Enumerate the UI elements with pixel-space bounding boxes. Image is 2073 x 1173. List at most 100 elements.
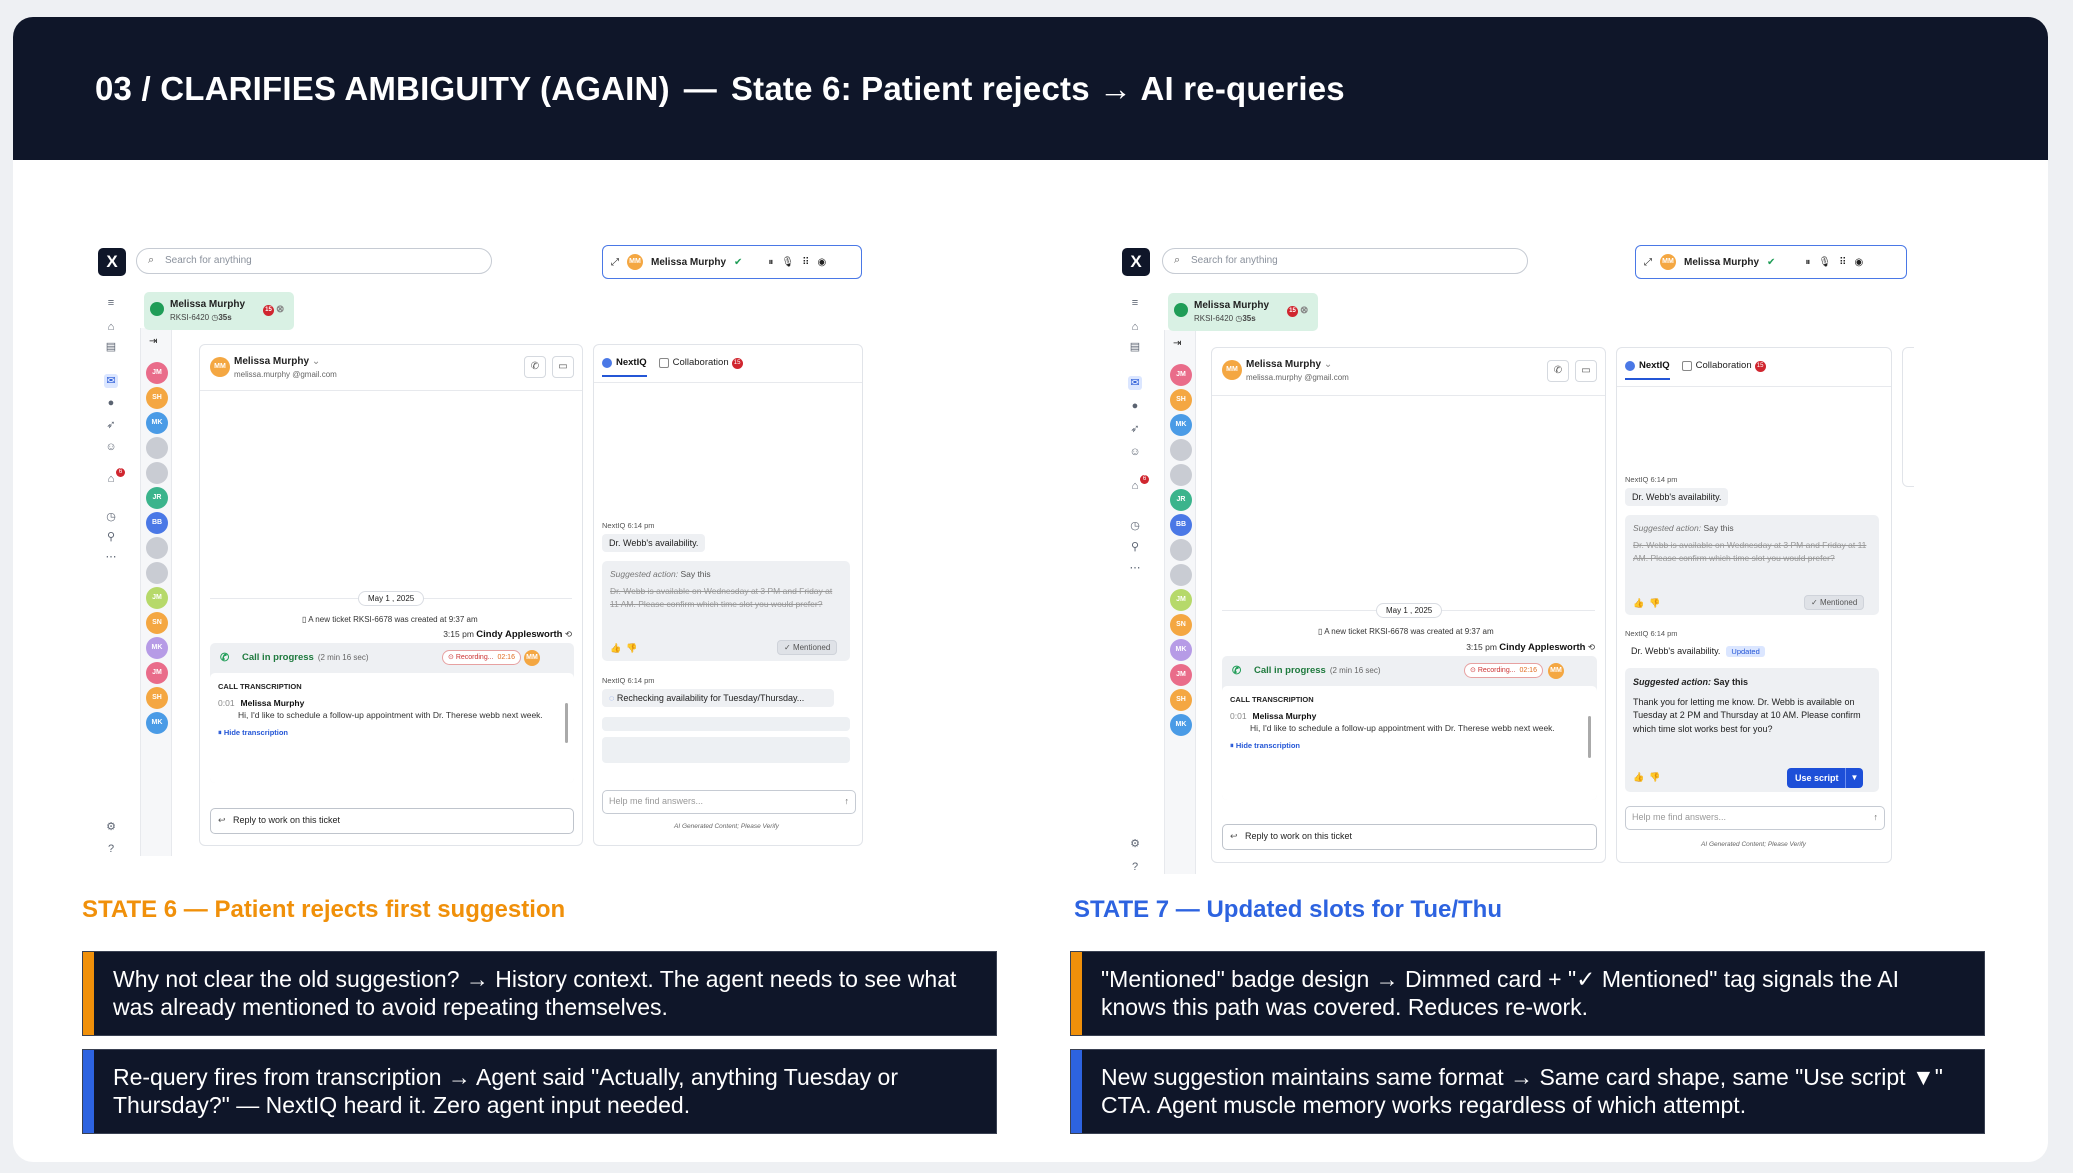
notifications-icon[interactable]: ⌂ 6 bbox=[1128, 475, 1149, 493]
settings-icon[interactable]: ⚙ bbox=[104, 820, 118, 834]
phone-button[interactable]: ✆ bbox=[1547, 360, 1569, 382]
globe-icon[interactable]: ● bbox=[1128, 399, 1142, 413]
emoji-icon[interactable]: ☺ bbox=[104, 440, 118, 454]
rail-avatar[interactable]: MK bbox=[1170, 414, 1192, 436]
keypad-icon[interactable]: ⠿ bbox=[802, 257, 809, 268]
rail-avatar[interactable]: MK bbox=[146, 637, 168, 659]
close-tab-icon[interactable]: ⊗ bbox=[1300, 304, 1308, 317]
help-icon[interactable]: ? bbox=[104, 842, 118, 856]
search-input[interactable]: ⌕ Search for anything bbox=[1162, 248, 1528, 274]
emoji-icon[interactable]: ☺ bbox=[1128, 445, 1142, 459]
rail-avatar[interactable]: JM bbox=[146, 662, 168, 684]
rail-avatar[interactable]: SH bbox=[1170, 389, 1192, 411]
active-call-bar[interactable]: ⤢ MM Melissa Murphy ✔ ⏸ 🎙 ⠿ ◉ bbox=[1635, 245, 1907, 279]
active-call-bar[interactable]: ⤢ MM Melissa Murphy ✔ ⏸ 🎙 ⠿ ◉ bbox=[602, 245, 862, 279]
video-button[interactable]: ▭ bbox=[1575, 360, 1597, 382]
send-icon[interactable]: ↑ bbox=[1874, 807, 1879, 828]
home-icon[interactable]: ⌂ bbox=[104, 320, 118, 334]
tickets-icon[interactable]: ✉ bbox=[1128, 376, 1142, 390]
rail-avatar[interactable] bbox=[146, 462, 168, 484]
rail-avatar[interactable]: JM bbox=[1170, 364, 1192, 386]
pause-icon[interactable]: ⏸ bbox=[768, 257, 773, 268]
expand-icon[interactable]: ⤢ bbox=[611, 257, 619, 268]
close-tab-icon[interactable]: ⊗ bbox=[276, 303, 284, 316]
rail-avatar[interactable]: JM bbox=[146, 362, 168, 384]
reply-input[interactable]: ↩ Reply to work on this ticket bbox=[210, 808, 574, 834]
rail-avatar[interactable] bbox=[1170, 564, 1192, 586]
rail-avatar[interactable] bbox=[146, 562, 168, 584]
menu-icon[interactable]: ≡ bbox=[1128, 296, 1142, 310]
help-icon[interactable]: ? bbox=[1128, 860, 1142, 874]
rail-avatar[interactable]: JM bbox=[1170, 664, 1192, 686]
search-input[interactable]: ⌕ Search for anything bbox=[136, 248, 492, 274]
send-icon[interactable]: ↑ bbox=[845, 791, 850, 812]
tickets-icon[interactable]: ✉ bbox=[104, 374, 118, 388]
collapse-icon[interactable]: ⇥ bbox=[149, 336, 157, 347]
more-icon[interactable]: ⋯ bbox=[1128, 561, 1142, 575]
chevron-down-icon[interactable]: ⌄ bbox=[312, 356, 320, 367]
scrollbar[interactable] bbox=[1588, 716, 1591, 758]
rail-avatar[interactable]: MK bbox=[146, 712, 168, 734]
rail-avatar[interactable] bbox=[1170, 464, 1192, 486]
ask-input[interactable]: Help me find answers... ↑ bbox=[1625, 806, 1885, 830]
feedback-icons[interactable]: 👍 👎 bbox=[1633, 598, 1660, 609]
reply-input[interactable]: ↩ Reply to work on this ticket bbox=[1222, 824, 1597, 850]
rail-avatar[interactable]: JM bbox=[1170, 589, 1192, 611]
pin-icon[interactable]: ⚲ bbox=[1128, 540, 1142, 554]
phone-button[interactable]: ✆ bbox=[524, 356, 546, 378]
notifications-icon[interactable]: ⌂ 6 bbox=[104, 468, 125, 486]
inbox-icon[interactable]: ▤ bbox=[104, 340, 118, 354]
rail-avatar[interactable]: MK bbox=[1170, 639, 1192, 661]
rocket-icon[interactable]: ➶ bbox=[104, 418, 118, 432]
rail-avatar[interactable]: SN bbox=[1170, 614, 1192, 636]
keypad-icon[interactable]: ⠿ bbox=[1839, 257, 1846, 268]
rail-avatar[interactable] bbox=[146, 537, 168, 559]
feedback-icons[interactable]: 👍 👎 bbox=[610, 643, 637, 654]
tab-nextiq[interactable]: NextIQ bbox=[1625, 360, 1670, 380]
home-icon[interactable]: ⌂ bbox=[1128, 320, 1142, 334]
rail-avatar[interactable]: SH bbox=[146, 387, 168, 409]
rocket-icon[interactable]: ➶ bbox=[1128, 422, 1142, 436]
inbox-icon[interactable]: ▤ bbox=[1128, 340, 1142, 354]
ask-input[interactable]: Help me find answers... ↑ bbox=[602, 790, 856, 814]
rail-avatar[interactable]: MK bbox=[146, 412, 168, 434]
tab-collaboration[interactable]: Collaboration 15 bbox=[658, 357, 743, 369]
rail-avatar[interactable] bbox=[146, 437, 168, 459]
rail-avatar[interactable]: SH bbox=[146, 687, 168, 709]
clock-icon[interactable]: ◷ bbox=[1128, 519, 1142, 533]
rail-avatar[interactable]: SN bbox=[146, 612, 168, 634]
scrollbar[interactable] bbox=[565, 703, 568, 743]
mic-icon[interactable]: 🎙 bbox=[781, 257, 794, 268]
rail-avatar[interactable]: BB bbox=[146, 512, 168, 534]
video-button[interactable]: ▭ bbox=[552, 356, 574, 378]
hide-transcription-link[interactable]: ⏸ Hide transcription bbox=[218, 727, 560, 739]
collapse-icon[interactable]: ⇥ bbox=[1173, 338, 1181, 349]
rail-avatar[interactable]: MK bbox=[1170, 714, 1192, 736]
tab-collaboration[interactable]: Collaboration 15 bbox=[1681, 360, 1766, 372]
pause-icon[interactable]: ⏸ bbox=[1805, 257, 1810, 268]
tab-nextiq[interactable]: NextIQ bbox=[602, 357, 647, 377]
rail-avatar[interactable]: SH bbox=[1170, 689, 1192, 711]
pin-icon[interactable]: ⚲ bbox=[104, 530, 118, 544]
ticket-tab[interactable]: Melissa Murphy RKSI-6420 ◷35s 15 ⊗ bbox=[1168, 293, 1318, 331]
rail-avatar[interactable]: BB bbox=[1170, 514, 1192, 536]
rail-avatar[interactable]: JM bbox=[146, 587, 168, 609]
chevron-down-icon[interactable]: ⌄ bbox=[1324, 359, 1332, 370]
feedback-icons-2[interactable]: 👍 👎 bbox=[1633, 772, 1660, 783]
more-icon[interactable]: ⋯ bbox=[104, 550, 118, 564]
hide-transcription-link[interactable]: ⏸ Hide transcription bbox=[1230, 740, 1583, 752]
ticket-tab[interactable]: Melissa Murphy RKSI-6420 ◷35s 15 ⊗ bbox=[144, 292, 294, 330]
expand-icon[interactable]: ⤢ bbox=[1644, 257, 1652, 268]
rail-avatar[interactable] bbox=[1170, 539, 1192, 561]
globe-icon[interactable]: ● bbox=[104, 396, 118, 410]
menu-icon[interactable]: ≡ bbox=[104, 296, 118, 310]
mic-icon[interactable]: 🎙 bbox=[1818, 257, 1831, 268]
record-icon[interactable]: ◉ bbox=[1854, 257, 1863, 268]
rail-avatar[interactable]: JR bbox=[1170, 489, 1192, 511]
rail-avatar[interactable]: JR bbox=[146, 487, 168, 509]
clock-icon[interactable]: ◷ bbox=[104, 510, 118, 524]
settings-icon[interactable]: ⚙ bbox=[1128, 837, 1142, 851]
record-icon[interactable]: ◉ bbox=[817, 257, 826, 268]
use-script-button[interactable]: Use script ▼ bbox=[1787, 768, 1863, 788]
dropdown-arrow-icon[interactable]: ▼ bbox=[1845, 768, 1863, 788]
